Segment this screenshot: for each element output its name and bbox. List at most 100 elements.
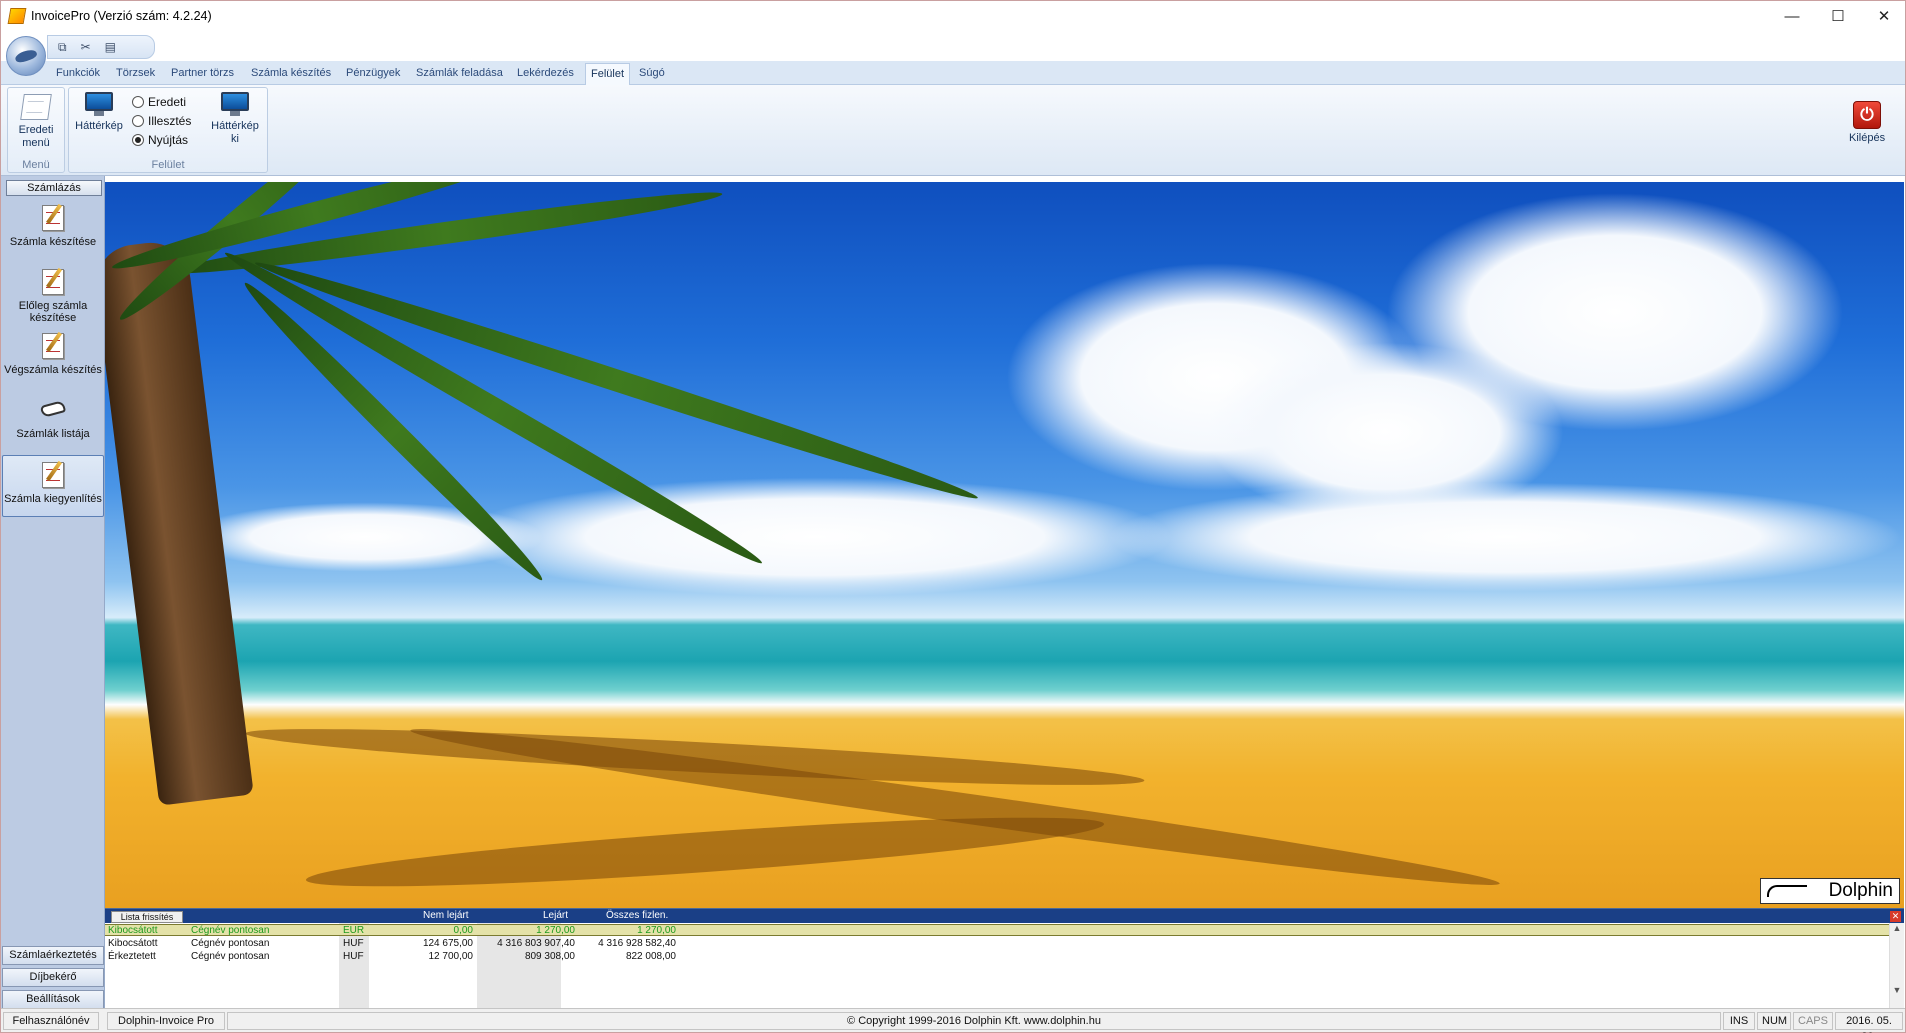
sidebar-item-label: Számla készítése bbox=[9, 236, 97, 248]
sidebar-section-szamlaerkeztetes[interactable]: Számlaérkeztetés bbox=[2, 946, 104, 965]
app-window: InvoicePro (Verzió szám: 4.2.24) — ☐ ✕ ⧉… bbox=[0, 0, 1906, 1033]
status-date: 2016. 05. 30. bbox=[1835, 1012, 1903, 1033]
sidebar-item-label: Végszámla készítés bbox=[4, 364, 102, 376]
cell-type: Érkeztetett bbox=[108, 951, 156, 962]
radio-original[interactable]: Eredeti bbox=[132, 95, 186, 109]
cloud bbox=[455, 477, 1175, 597]
monitor-icon bbox=[220, 92, 250, 116]
power-icon: ⏻ bbox=[1853, 101, 1882, 129]
tab-felulet[interactable]: Felület bbox=[585, 63, 631, 85]
original-menu-label: Eredeti bbox=[18, 124, 54, 136]
cell-type: Kibocsátott bbox=[108, 925, 158, 936]
sidebar-item-vegszamla[interactable]: Végszámla készítés bbox=[2, 327, 104, 389]
col-header-due[interactable]: Lejárt bbox=[543, 910, 568, 922]
cut-icon[interactable]: ✂ bbox=[81, 40, 91, 54]
scroll-up-icon[interactable]: ▲ bbox=[1890, 923, 1904, 933]
hand-icon bbox=[38, 395, 68, 425]
dolphin-icon bbox=[13, 47, 39, 65]
copy-icon[interactable]: ⧉ bbox=[58, 40, 67, 55]
radio-dot[interactable] bbox=[132, 96, 144, 108]
sidebar-item-label: Számla kiegyenlítés bbox=[4, 493, 102, 505]
sidebar-item-label-2: készítése bbox=[29, 312, 77, 324]
status-num: NUM bbox=[1757, 1012, 1791, 1030]
cloud bbox=[1105, 482, 1904, 592]
quick-access-row bbox=[1, 31, 1905, 61]
sidebar-item-szamla-kiegyenlites[interactable]: Számla kiegyenlítés bbox=[2, 455, 104, 517]
tab-partner-torzs[interactable]: Partner törzs bbox=[166, 63, 239, 85]
cell-currency: HUF bbox=[343, 938, 364, 949]
radio-dot[interactable] bbox=[132, 115, 144, 127]
radio-stretch[interactable]: Nyújtás bbox=[132, 133, 188, 147]
cell-not-due: 12 700,00 bbox=[428, 951, 474, 962]
table-row[interactable]: Kibocsátott Cégnév pontosan EUR 0,00 1 2… bbox=[105, 924, 1889, 936]
radio-dot-checked[interactable] bbox=[132, 134, 144, 146]
tab-torzsek[interactable]: Törzsek bbox=[111, 63, 160, 85]
dolphin-wave-icon bbox=[1767, 885, 1807, 897]
close-button[interactable]: ✕ bbox=[1861, 1, 1906, 31]
sidebar-item-label: Számlák listája bbox=[16, 428, 90, 440]
tab-lekerdezes[interactable]: Lekérdezés bbox=[512, 63, 579, 85]
status-copyright: © Copyright 1999-2016 Dolphin Kft. www.d… bbox=[227, 1012, 1721, 1030]
invoice-icon bbox=[38, 267, 68, 297]
background-off-button[interactable]: Háttérkép ki bbox=[206, 92, 264, 146]
cell-due: 809 308,00 bbox=[524, 951, 575, 962]
background-wallpaper: Dolphin bbox=[105, 182, 1904, 908]
sidebar-item-label: Előleg számla bbox=[18, 300, 88, 312]
sidebar-item-szamla-keszitese[interactable]: Számla készítése bbox=[2, 199, 104, 261]
table-row[interactable]: Érkeztetett Cégnév pontosan HUF 12 700,0… bbox=[105, 951, 1889, 963]
cell-type: Kibocsátott bbox=[108, 938, 158, 949]
invoice-icon bbox=[38, 460, 68, 490]
paste-icon[interactable]: ▤ bbox=[105, 40, 116, 54]
background-off-label-2: ki bbox=[231, 133, 239, 145]
tab-szamlak-feladasa[interactable]: Számlák feladása bbox=[411, 63, 508, 85]
tab-funkciok[interactable]: Funkciók bbox=[51, 63, 105, 85]
invoice-icon bbox=[38, 331, 68, 361]
document-icon bbox=[20, 94, 52, 120]
sidebar-section-dijbekero[interactable]: Díjbekérő bbox=[2, 968, 104, 987]
title-bar: InvoicePro (Verzió szám: 4.2.24) — ☐ ✕ bbox=[1, 1, 1905, 31]
cell-total: 822 008,00 bbox=[625, 951, 676, 962]
sidebar-item-szamlak-listaja[interactable]: Számlák listája bbox=[2, 391, 104, 453]
palm-shadow bbox=[304, 804, 1106, 900]
list-scrollbar[interactable]: ▲ ▼ bbox=[1889, 923, 1904, 1009]
status-app: Dolphin-Invoice Pro bbox=[107, 1012, 225, 1030]
application-menu-button[interactable] bbox=[6, 36, 46, 76]
cell-due: 4 316 803 907,40 bbox=[497, 938, 575, 949]
exit-label: Kilépés bbox=[1849, 132, 1886, 144]
original-menu-button[interactable]: Eredeti menü bbox=[12, 94, 60, 150]
exit-button[interactable]: ⏻ Kilépés bbox=[1849, 101, 1885, 144]
cell-due: 1 270,00 bbox=[536, 925, 575, 936]
status-bar: Felhasználónév Dolphin-Invoice Pro © Cop… bbox=[1, 1008, 1905, 1033]
ribbon-group-menu: Eredeti menü Menü bbox=[7, 87, 65, 173]
radio-fit[interactable]: Illesztés bbox=[132, 114, 191, 128]
background-button-label: Háttérkép bbox=[75, 120, 123, 132]
status-user: Felhasználónév bbox=[3, 1012, 99, 1030]
sidebar-section-szamlazas[interactable]: Számlázás bbox=[6, 180, 102, 196]
window-title: InvoicePro (Verzió szám: 4.2.24) bbox=[31, 9, 212, 23]
table-row[interactable]: Kibocsátott Cégnév pontosan HUF 124 675,… bbox=[105, 938, 1889, 950]
minimize-button[interactable]: — bbox=[1769, 1, 1815, 31]
col-header-not-due[interactable]: Nem lejárt bbox=[423, 910, 469, 922]
original-menu-label-2: menü bbox=[22, 137, 50, 149]
monitor-icon bbox=[84, 92, 114, 116]
ribbon-body bbox=[1, 85, 1905, 176]
refresh-list-button[interactable]: Lista frissítés bbox=[111, 911, 183, 923]
tab-penzugyek[interactable]: Pénzügyek bbox=[341, 63, 405, 85]
cell-not-due: 124 675,00 bbox=[422, 938, 473, 949]
cell-partner: Cégnév pontosan bbox=[191, 951, 270, 962]
cell-partner: Cégnév pontosan bbox=[191, 925, 270, 936]
dolphin-logo-text: Dolphin bbox=[1828, 880, 1893, 901]
radio-original-label: Eredeti bbox=[148, 95, 187, 109]
cell-total: 4 316 928 582,40 bbox=[598, 938, 676, 949]
scroll-down-icon[interactable]: ▼ bbox=[1890, 985, 1904, 995]
col-header-total[interactable]: Összes fizlen. bbox=[606, 910, 668, 922]
background-button[interactable]: Háttérkép bbox=[73, 92, 125, 133]
sidebar-item-eloleg-szamla[interactable]: Előleg számla készítése bbox=[2, 263, 104, 325]
tab-szamla-keszites[interactable]: Számla készítés bbox=[246, 63, 336, 85]
tab-sugo[interactable]: Súgó bbox=[634, 63, 670, 85]
maximize-button[interactable]: ☐ bbox=[1815, 1, 1861, 31]
close-list-icon[interactable]: ✕ bbox=[1890, 911, 1901, 922]
status-ins: INS bbox=[1723, 1012, 1755, 1030]
app-logo-icon bbox=[7, 8, 27, 24]
sidebar-section-beallitasok[interactable]: Beállítások bbox=[2, 990, 104, 1009]
